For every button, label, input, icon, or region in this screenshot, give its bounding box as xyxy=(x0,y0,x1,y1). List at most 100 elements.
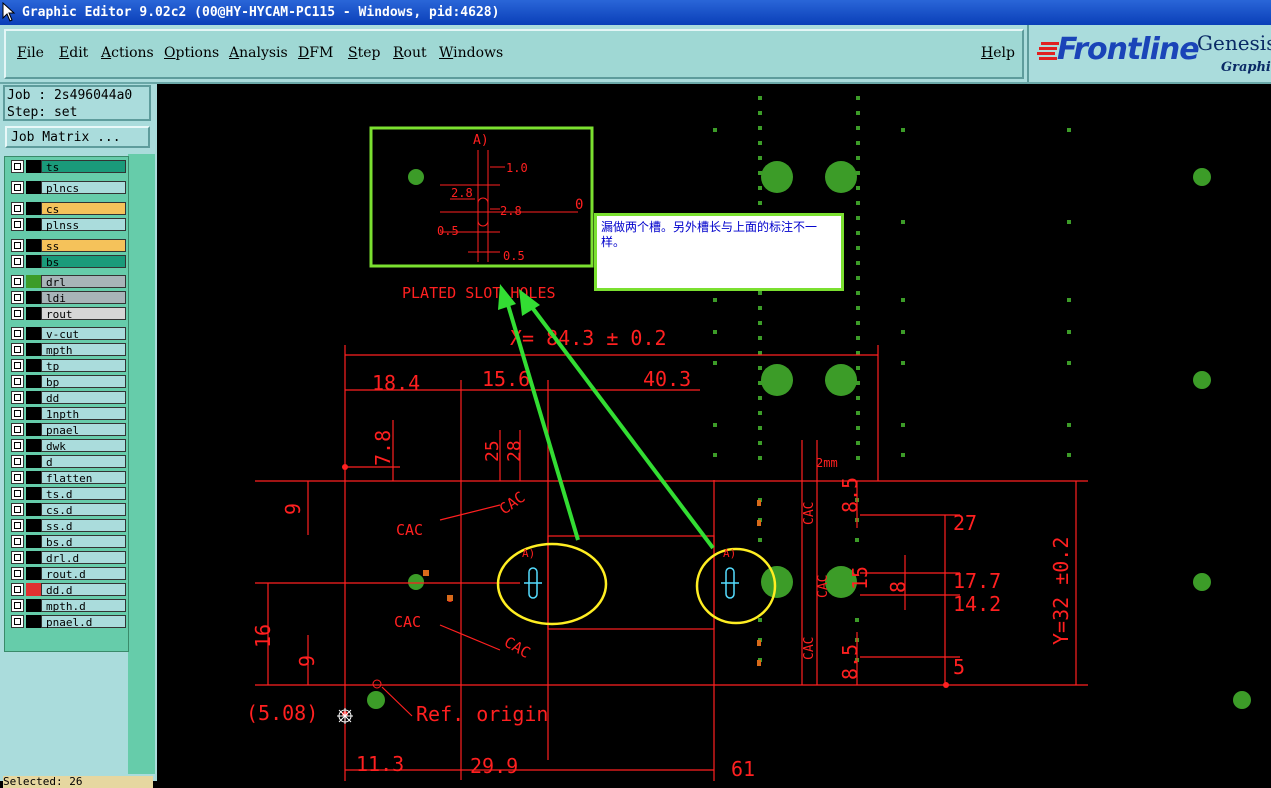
layer-checkbox[interactable] xyxy=(11,567,24,580)
menu-rout[interactable]: Rout xyxy=(393,45,427,61)
layer-checkbox[interactable] xyxy=(11,423,24,436)
layer-name[interactable]: ts xyxy=(41,160,126,174)
layer-row-pnael-d[interactable]: pnael.d xyxy=(9,615,126,629)
layer-name[interactable]: ss.d xyxy=(41,519,126,533)
layer-checkbox[interactable] xyxy=(11,181,24,194)
layer-color-swatch[interactable] xyxy=(26,535,41,548)
layer-color-swatch[interactable] xyxy=(26,503,41,516)
layer-checkbox[interactable] xyxy=(11,160,24,173)
layer-checkbox[interactable] xyxy=(11,275,24,288)
menu-analysis[interactable]: Analysis xyxy=(229,45,288,61)
layer-row-mpth-d[interactable]: mpth.d xyxy=(9,599,126,613)
layer-checkbox[interactable] xyxy=(11,218,24,231)
layer-color-swatch[interactable] xyxy=(26,599,41,612)
drawing-svg[interactable]: A) 1.0 2.8 2.8 0 0.5 0.5 PLATED SLOT HOL… xyxy=(157,84,1271,781)
layer-name[interactable]: dwk xyxy=(41,439,126,453)
menu-step[interactable]: Step xyxy=(348,45,380,61)
layer-row-drl-d[interactable]: drl.d xyxy=(9,551,126,565)
layer-color-swatch[interactable] xyxy=(26,615,41,628)
layer-name[interactable]: drl xyxy=(41,275,126,289)
layer-color-swatch[interactable] xyxy=(26,455,41,468)
layer-name[interactable]: bs.d xyxy=(41,535,126,549)
layer-checkbox[interactable] xyxy=(11,519,24,532)
layer-checkbox[interactable] xyxy=(11,503,24,516)
layer-checkbox[interactable] xyxy=(11,615,24,628)
layer-name[interactable]: mpth xyxy=(41,343,126,357)
layer-row-tp[interactable]: tp xyxy=(9,359,126,373)
layer-color-swatch[interactable] xyxy=(26,218,41,231)
layer-checkbox[interactable] xyxy=(11,359,24,372)
layer-checkbox[interactable] xyxy=(11,343,24,356)
layer-name[interactable]: rout xyxy=(41,307,126,321)
layer-checkbox[interactable] xyxy=(11,455,24,468)
layer-name[interactable]: tp xyxy=(41,359,126,373)
layer-color-swatch[interactable] xyxy=(26,343,41,356)
layer-color-swatch[interactable] xyxy=(26,181,41,194)
layer-name[interactable]: ts.d xyxy=(41,487,126,501)
layer-name[interactable]: bs xyxy=(41,255,126,269)
layer-color-swatch[interactable] xyxy=(26,439,41,452)
layer-row-dd[interactable]: dd xyxy=(9,391,126,405)
layer-row-1npth[interactable]: 1npth xyxy=(9,407,126,421)
menu-dfm[interactable]: DFM xyxy=(298,45,333,61)
layer-name[interactable]: flatten xyxy=(41,471,126,485)
layer-color-swatch[interactable] xyxy=(26,275,41,288)
layer-checkbox[interactable] xyxy=(11,202,24,215)
layer-color-swatch[interactable] xyxy=(26,255,41,268)
layer-color-swatch[interactable] xyxy=(26,202,41,215)
layer-row-drl[interactable]: drl xyxy=(9,275,126,289)
layer-color-swatch[interactable] xyxy=(26,519,41,532)
layer-name[interactable]: dd.d xyxy=(41,583,126,597)
layer-row-v-cut[interactable]: v-cut xyxy=(9,327,126,341)
layer-row-rout-d[interactable]: rout.d xyxy=(9,567,126,581)
layer-row-bp[interactable]: bp xyxy=(9,375,126,389)
layer-checkbox[interactable] xyxy=(11,255,24,268)
layer-name[interactable]: cs.d xyxy=(41,503,126,517)
layer-row-ts-d[interactable]: ts.d xyxy=(9,487,126,501)
layer-color-swatch[interactable] xyxy=(26,291,41,304)
layer-name[interactable]: ldi xyxy=(41,291,126,305)
layer-color-swatch[interactable] xyxy=(26,359,41,372)
layer-color-swatch[interactable] xyxy=(26,407,41,420)
layer-color-swatch[interactable] xyxy=(26,487,41,500)
layer-name[interactable]: ss xyxy=(41,239,126,253)
layer-row-bs[interactable]: bs xyxy=(9,255,126,269)
layer-checkbox[interactable] xyxy=(11,487,24,500)
layer-name[interactable]: v-cut xyxy=(41,327,126,341)
layer-checkbox[interactable] xyxy=(11,307,24,320)
layer-row-ts[interactable]: ts xyxy=(9,160,126,174)
layer-name[interactable]: dd xyxy=(41,391,126,405)
layer-color-swatch[interactable] xyxy=(26,583,41,596)
layer-color-swatch[interactable] xyxy=(26,471,41,484)
menu-help[interactable]: Help xyxy=(981,45,1015,61)
layer-checkbox[interactable] xyxy=(11,583,24,596)
layer-row-cs[interactable]: cs xyxy=(9,202,126,216)
layer-row-dwk[interactable]: dwk xyxy=(9,439,126,453)
layer-name[interactable]: plnss xyxy=(41,218,126,232)
layer-name[interactable]: 1npth xyxy=(41,407,126,421)
layer-name[interactable]: d xyxy=(41,455,126,469)
layer-row-plncs[interactable]: plncs xyxy=(9,181,126,195)
layer-color-swatch[interactable] xyxy=(26,551,41,564)
layer-name[interactable]: bp xyxy=(41,375,126,389)
menu-windows[interactable]: Windows xyxy=(439,45,503,61)
layer-name[interactable]: mpth.d xyxy=(41,599,126,613)
layer-row-mpth[interactable]: mpth xyxy=(9,343,126,357)
job-matrix-button[interactable]: Job Matrix ... xyxy=(5,126,150,148)
layer-color-swatch[interactable] xyxy=(26,567,41,580)
layer-color-swatch[interactable] xyxy=(26,391,41,404)
menu-options[interactable]: Options xyxy=(164,45,219,61)
layer-checkbox[interactable] xyxy=(11,239,24,252)
layer-name[interactable]: pnael.d xyxy=(41,615,126,629)
layer-name[interactable]: drl.d xyxy=(41,551,126,565)
layer-row-pnael[interactable]: pnael xyxy=(9,423,126,437)
layer-checkbox[interactable] xyxy=(11,291,24,304)
layer-checkbox[interactable] xyxy=(11,375,24,388)
layer-checkbox[interactable] xyxy=(11,535,24,548)
layer-checkbox[interactable] xyxy=(11,439,24,452)
layer-color-swatch[interactable] xyxy=(26,327,41,340)
layer-row-bs-d[interactable]: bs.d xyxy=(9,535,126,549)
layer-row-d[interactable]: d xyxy=(9,455,126,469)
layer-row-dd-d[interactable]: dd.d xyxy=(9,583,126,597)
layer-name[interactable]: pnael xyxy=(41,423,126,437)
